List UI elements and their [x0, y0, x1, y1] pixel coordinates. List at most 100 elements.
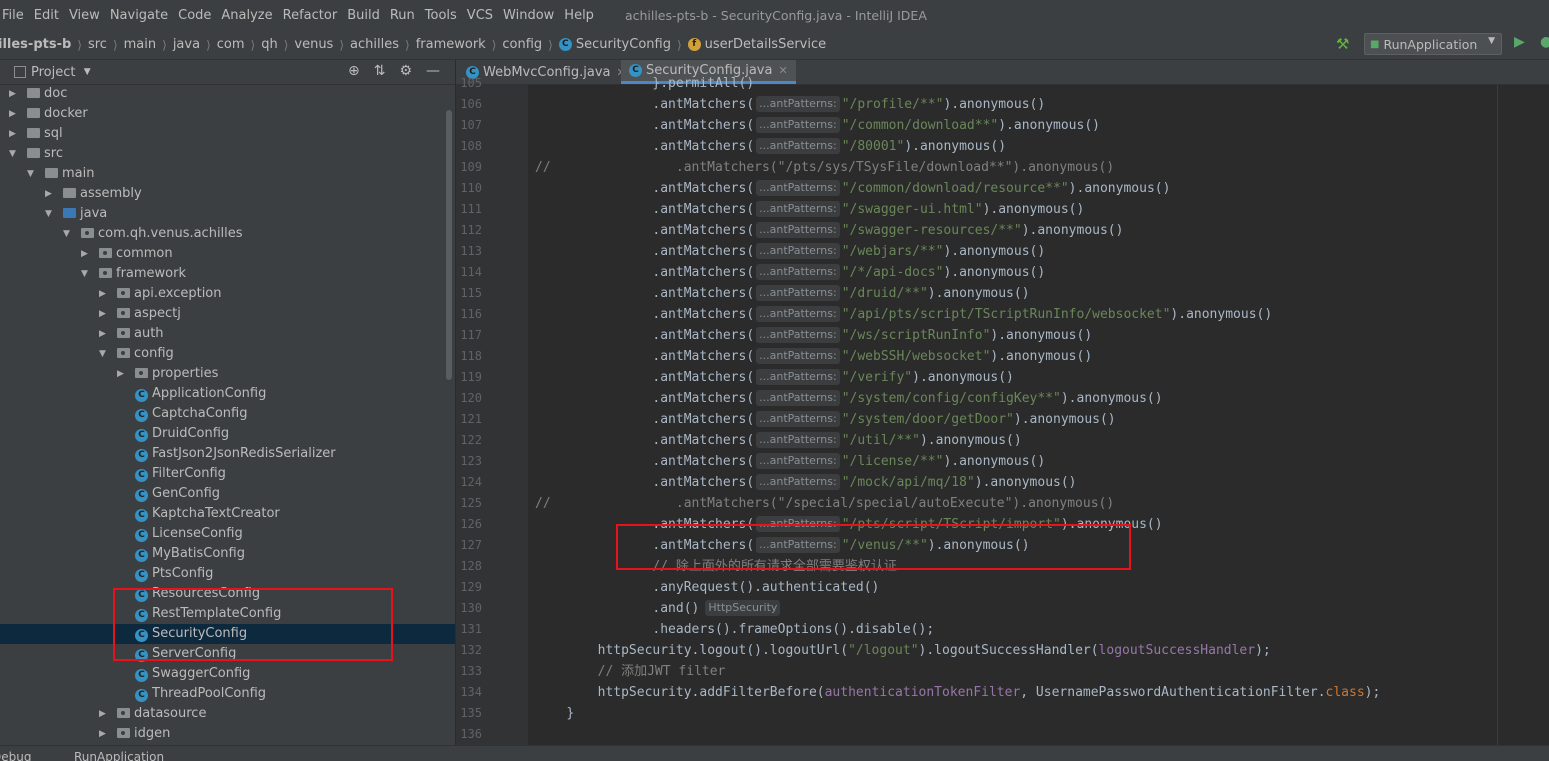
- tree-item[interactable]: ▶ doc: [0, 85, 455, 104]
- menu-vcs[interactable]: VCS: [462, 8, 498, 23]
- tree-item[interactable]: ▶ assembly: [0, 184, 455, 204]
- collapsed-arrow-icon[interactable]: ▶: [81, 244, 88, 264]
- tree-item[interactable]: C MyBatisConfig: [0, 544, 455, 564]
- run-play-icon[interactable]: ▶: [1514, 34, 1525, 50]
- tree-item[interactable]: ▶ common: [0, 244, 455, 264]
- collapsed-arrow-icon[interactable]: ▶: [117, 364, 124, 384]
- collapsed-arrow-icon[interactable]: ▶: [9, 104, 16, 124]
- tree-item[interactable]: C DruidConfig: [0, 424, 455, 444]
- tree-item[interactable]: ▶ docker: [0, 104, 455, 124]
- tree-item[interactable]: ▼ main: [0, 164, 455, 184]
- build-hammer-icon[interactable]: ⚒: [1336, 35, 1349, 53]
- tree-item[interactable]: C FilterConfig: [0, 464, 455, 484]
- breadcrumb-item[interactable]: framework: [416, 37, 486, 52]
- chevron-down-icon: ▼: [83, 67, 91, 77]
- breadcrumb-item[interactable]: main: [124, 37, 156, 52]
- tree-item[interactable]: ▶ sql: [0, 124, 455, 144]
- code-text: ).anonymous(): [919, 433, 1022, 448]
- tree-item[interactable]: ▶ datasource: [0, 704, 455, 724]
- tree-item[interactable]: ▼ framework: [0, 264, 455, 284]
- tree-item[interactable]: C ApplicationConfig: [0, 384, 455, 404]
- menu-file[interactable]: File: [0, 8, 29, 23]
- expanded-arrow-icon[interactable]: ▼: [45, 204, 52, 224]
- tree-item[interactable]: C CaptchaConfig: [0, 404, 455, 424]
- code-text: ).anonymous(): [974, 475, 1077, 490]
- tree-item[interactable]: ▶ aspectj: [0, 304, 455, 324]
- breadcrumb-item[interactable]: f userDetailsService: [687, 37, 826, 52]
- collapsed-arrow-icon[interactable]: ▶: [99, 324, 106, 344]
- tree-item[interactable]: ▼ config: [0, 344, 455, 364]
- parameter-hint: ...antPatterns:: [756, 138, 840, 154]
- tree-item[interactable]: ▼ java: [0, 204, 455, 224]
- debug-tab[interactable]: Debug: [0, 750, 31, 761]
- close-icon[interactable]: ✕: [778, 64, 787, 77]
- code-string: "/system/config/configKey**": [841, 391, 1061, 406]
- expanded-arrow-icon[interactable]: ▼: [9, 144, 16, 164]
- code-text: , UsernamePasswordAuthenticationFilter.: [1020, 685, 1326, 700]
- collapsed-arrow-icon[interactable]: ▶: [99, 704, 106, 724]
- breadcrumb-item[interactable]: qh: [261, 37, 278, 52]
- breadcrumb-item[interactable]: illes-pts-b: [0, 37, 71, 52]
- gear-icon[interactable]: ⚙: [399, 63, 412, 79]
- tree-item[interactable]: C KaptchaTextCreator: [0, 504, 455, 524]
- tree-item[interactable]: C ThreadPoolConfig: [0, 684, 455, 704]
- run-tab[interactable]: RunApplication: [74, 750, 164, 761]
- collapsed-arrow-icon[interactable]: ▶: [9, 124, 16, 144]
- menu-build[interactable]: Build: [342, 8, 385, 23]
- expanded-arrow-icon[interactable]: ▼: [99, 344, 106, 364]
- code-line: .antMatchers(...antPatterns: "/ws/scriptR…: [535, 325, 1092, 346]
- breadcrumb-item[interactable]: com: [217, 37, 245, 52]
- tree-item[interactable]: C PtsConfig: [0, 564, 455, 584]
- parameter-hint: ...antPatterns:: [756, 411, 840, 427]
- breadcrumb-item[interactable]: config: [502, 37, 542, 52]
- menu-code[interactable]: Code: [173, 8, 216, 23]
- menu-edit[interactable]: Edit: [29, 8, 64, 23]
- tree-item[interactable]: C LicenseConfig: [0, 524, 455, 544]
- collapsed-arrow-icon[interactable]: ▶: [99, 724, 106, 744]
- menu-window[interactable]: Window: [498, 8, 559, 23]
- menu-run[interactable]: Run: [385, 8, 420, 23]
- expanded-arrow-icon[interactable]: ▼: [27, 164, 34, 184]
- tree-item[interactable]: ▶ properties: [0, 364, 455, 384]
- collapsed-arrow-icon[interactable]: ▶: [45, 184, 52, 204]
- tree-item[interactable]: ▼ com.qh.venus.achilles: [0, 224, 455, 244]
- breadcrumb-separator-icon: ⟩: [405, 37, 410, 52]
- locate-target-icon[interactable]: ⊕: [348, 63, 360, 79]
- menu-view[interactable]: View: [64, 8, 105, 23]
- collapsed-arrow-icon[interactable]: ▶: [99, 304, 106, 324]
- menu-help[interactable]: Help: [559, 8, 599, 23]
- menu-tools[interactable]: Tools: [420, 8, 462, 23]
- breadcrumb-item[interactable]: java: [173, 37, 200, 52]
- collapse-all-icon[interactable]: ⇅: [374, 63, 386, 79]
- code-text: ).anonymous(): [943, 454, 1046, 469]
- breadcrumb-item[interactable]: C SecurityConfig: [558, 37, 671, 52]
- tree-scrollbar[interactable]: [446, 110, 452, 380]
- breadcrumb-item[interactable]: src: [88, 37, 107, 52]
- collapsed-arrow-icon[interactable]: ▶: [99, 284, 106, 304]
- tree-item[interactable]: C SwaggerConfig: [0, 664, 455, 684]
- debug-icon[interactable]: ●: [1540, 34, 1549, 50]
- tree-item[interactable]: ▶ api.exception: [0, 284, 455, 304]
- tree-item[interactable]: C FastJson2JsonRedisSerializer: [0, 444, 455, 464]
- tree-item[interactable]: ▶ idgen: [0, 724, 455, 744]
- tree-item[interactable]: ▼ src: [0, 144, 455, 164]
- expanded-arrow-icon[interactable]: ▼: [63, 224, 70, 244]
- tree-item[interactable]: ▶ auth: [0, 324, 455, 344]
- breadcrumb-item[interactable]: achilles: [350, 37, 399, 52]
- tree-item[interactable]: C GenConfig: [0, 484, 455, 504]
- breadcrumb-separator-icon: ⟩: [339, 37, 345, 52]
- code-string: "/util/**": [841, 433, 920, 448]
- tree-item-label: ThreadPoolConfig: [152, 686, 267, 701]
- run-configuration-select[interactable]: ■ RunApplication ▼: [1364, 33, 1502, 55]
- menu-navigate[interactable]: Navigate: [105, 8, 173, 23]
- breadcrumb-item[interactable]: venus: [294, 37, 333, 52]
- collapsed-arrow-icon[interactable]: ▶: [9, 85, 16, 104]
- project-view-select[interactable]: Project ▼: [14, 65, 91, 80]
- menu-analyze[interactable]: Analyze: [216, 8, 277, 23]
- expanded-arrow-icon[interactable]: ▼: [81, 264, 88, 284]
- menu-refactor[interactable]: Refactor: [278, 8, 343, 23]
- minimize-icon[interactable]: —: [426, 63, 440, 79]
